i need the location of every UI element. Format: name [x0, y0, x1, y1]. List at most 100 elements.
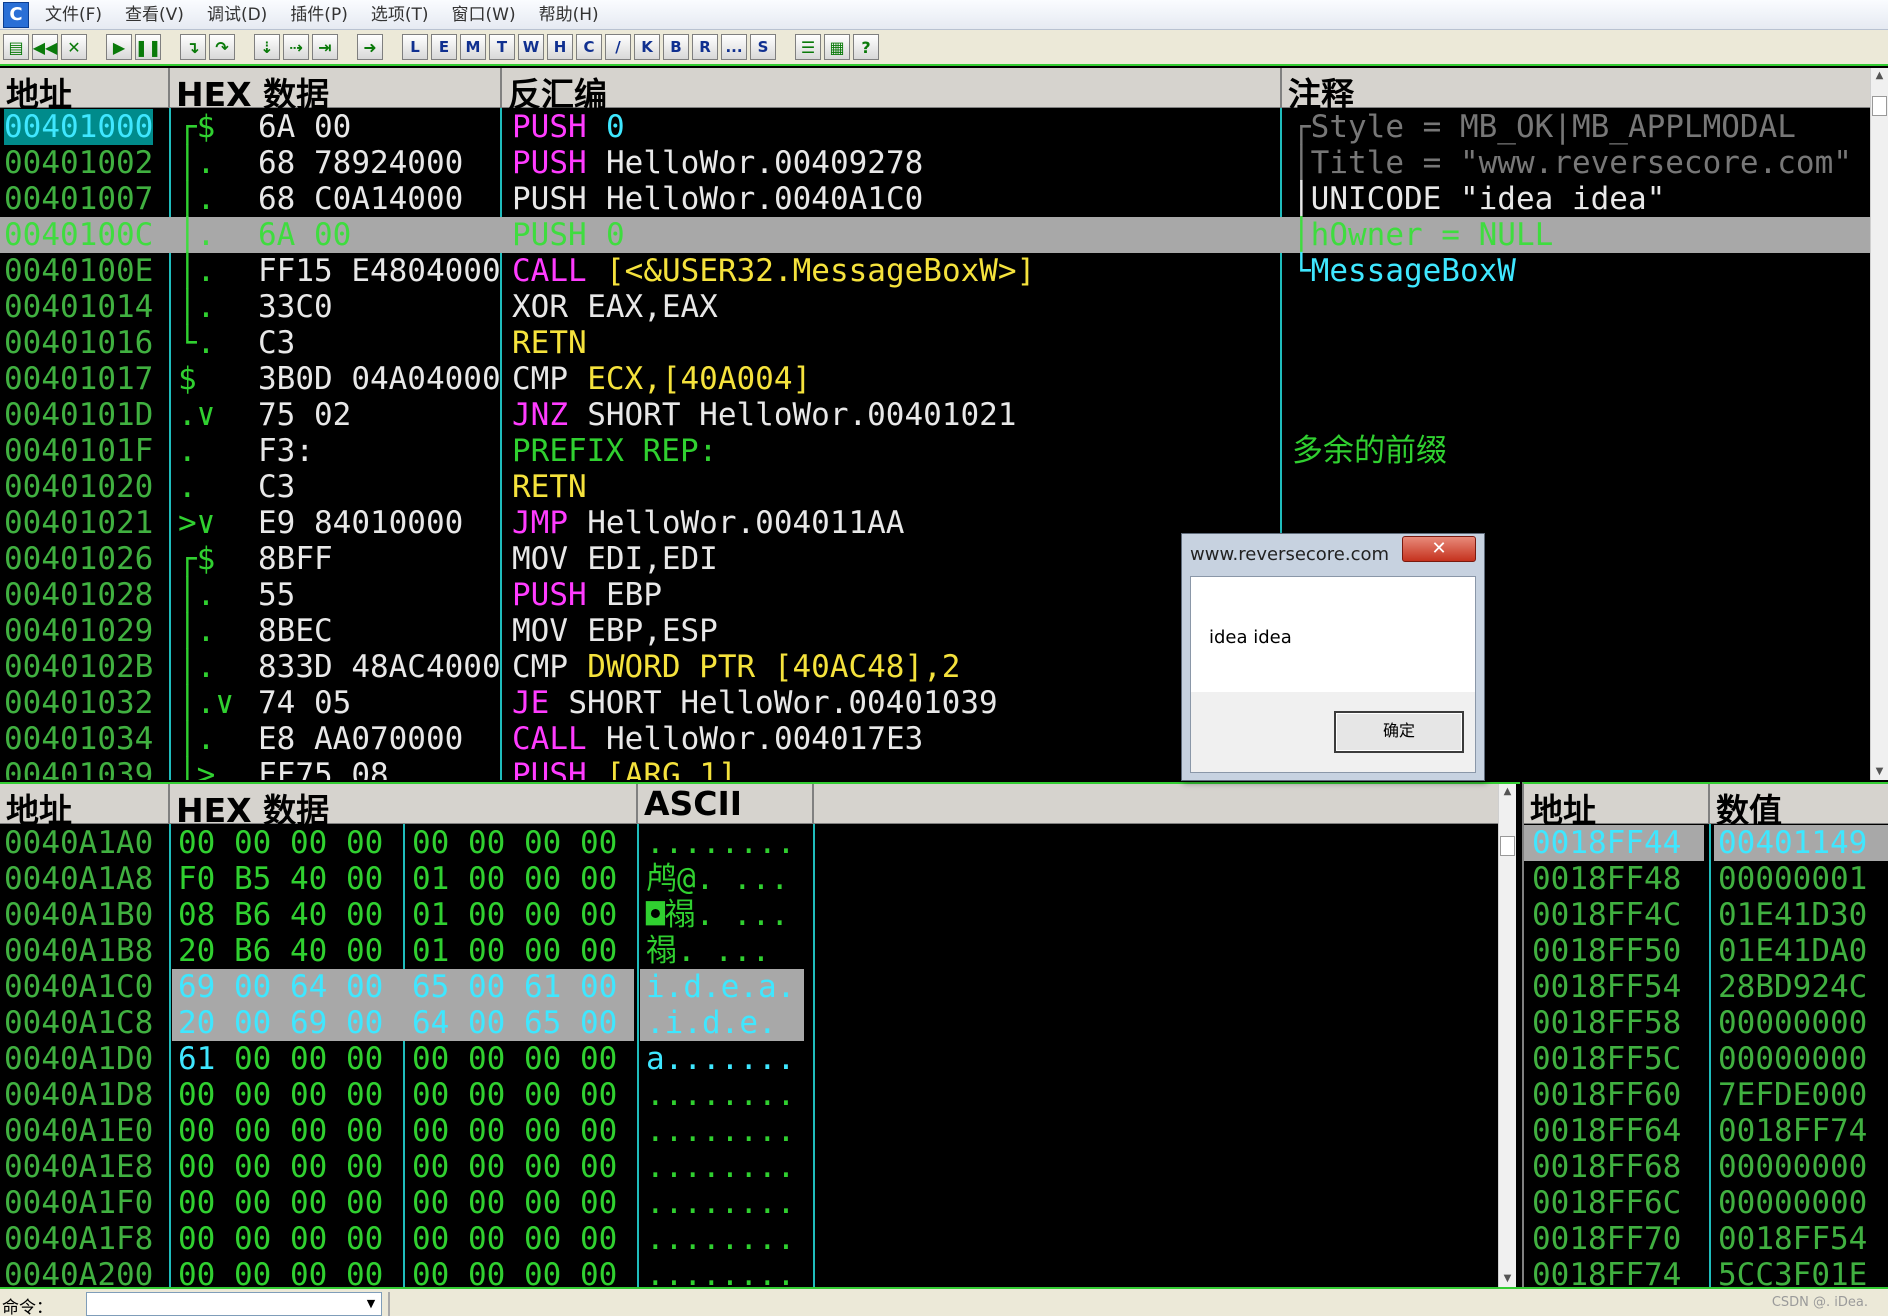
dump-row[interactable]: 0040A1F0 00 00 00 00 00 00 00 00........	[0, 1185, 1498, 1221]
command-input[interactable]: ▼	[86, 1292, 382, 1316]
close-button[interactable]: ✕	[1402, 536, 1476, 562]
menu-options[interactable]: 选项(T)	[361, 0, 442, 30]
open-icon[interactable]: ▤	[3, 34, 29, 60]
stack-row[interactable]: 0018FF68 00000000	[1524, 1149, 1888, 1185]
stack-row[interactable]: 0018FF58 00000000	[1524, 1005, 1888, 1041]
source-button[interactable]: S	[750, 34, 776, 60]
pause-icon[interactable]: ❚❚	[135, 34, 161, 60]
app-icon[interactable]: C	[3, 1, 29, 28]
stack-header-address[interactable]: 地址	[1524, 784, 1710, 824]
stack-row[interactable]: 0018FF60 7EFDE000	[1524, 1077, 1888, 1113]
list-icon[interactable]: ☰	[795, 34, 821, 60]
disasm-row[interactable]: 0040100C │. 6A 00 PUSH 0 │hOwner = NULL	[0, 217, 1870, 253]
execute-till-return-icon[interactable]: ⇥	[312, 34, 338, 60]
call-stack-button[interactable]: K	[634, 34, 660, 60]
disasm-row[interactable]: 00401007 │. 68 C0A14000 PUSH HelloWor.0040A1…	[0, 181, 1870, 217]
dump-row[interactable]: 0040A1A0 00 00 00 00 00 00 00 00........	[0, 825, 1498, 861]
cpu-disassembly-pane[interactable]: 地址 HEX 数据 反汇编 注释 00401000 ┌$ 6A 00 PUSH 0 ┌St…	[0, 68, 1888, 780]
disasm-row[interactable]: 00401028 │. 55 PUSH EBP	[0, 577, 1870, 613]
dump-row[interactable]: 0040A1C8 20 00 69 00 64 00 65 00 .i.d.e.	[0, 1005, 1498, 1041]
step-over-icon[interactable]: ↷	[209, 34, 235, 60]
stack-row[interactable]: 0018FF74 5CC3F01E	[1524, 1257, 1888, 1287]
disasm-row[interactable]: 0040101F . F3: PREFIX REP: 多余的前缀	[0, 433, 1870, 469]
disasm-row[interactable]: 00401034 │. E8 AA070000 CALL HelloWor.004017…	[0, 721, 1870, 757]
menu-plugins[interactable]: 插件(P)	[280, 0, 361, 30]
dump-row[interactable]: 0040A1B0 08 B6 40 00 01 00 00 00 ◘禢. ...	[0, 897, 1498, 933]
dump-row[interactable]: 0040A1A8 F0 B5 40 00 01 00 00 00 鸬@. ...	[0, 861, 1498, 897]
chevron-down-icon[interactable]: ▼	[361, 1293, 381, 1315]
disasm-row[interactable]: 00401029 │. 8BEC MOV EBP,ESP	[0, 613, 1870, 649]
disasm-row[interactable]: 00401020 . C3 RETN	[0, 469, 1870, 505]
disasm-row[interactable]: 00401000 ┌$ 6A 00 PUSH 0 ┌Style = MB_OK|MB_AP…	[0, 109, 1870, 145]
header-hex[interactable]: HEX 数据	[170, 68, 502, 108]
disasm-row[interactable]: 00401032 │.∨ 74 05 JE SHORT HelloWor.0040103…	[0, 685, 1870, 721]
patches-button[interactable]: /	[605, 34, 631, 60]
stack-row[interactable]: 0018FF54 28BD924C	[1524, 969, 1888, 1005]
disasm-row[interactable]: 00401017 $3B0D 04A04000 CMP ECX,[40A004]	[0, 361, 1870, 397]
stack-row[interactable]: 0018FF70 0018FF54	[1524, 1221, 1888, 1257]
header-comment[interactable]: 注释	[1282, 68, 1870, 108]
windows-button[interactable]: W	[518, 34, 544, 60]
stack-row[interactable]: 0018FF44 00401149	[1524, 825, 1888, 861]
menu-file[interactable]: 文件(F)	[35, 0, 115, 30]
disasm-row[interactable]: 00401039 │> FF75 08 PUSH [ARG.1]	[0, 757, 1870, 780]
goto-icon[interactable]: ➜	[357, 34, 383, 60]
restart-icon[interactable]: ◀◀	[32, 34, 58, 60]
trace-over-icon[interactable]: ⇢	[283, 34, 309, 60]
log-window-button[interactable]: L	[402, 34, 428, 60]
breakpoints-button[interactable]: B	[663, 34, 689, 60]
cpu-scroll-thumb[interactable]	[1872, 96, 1887, 116]
dump-scrollbar[interactable]: ▲ ▼	[1498, 784, 1516, 1287]
stack-pane[interactable]: 地址 数值 0018FF44 00401149 0018FF48 00000001 00…	[1522, 782, 1888, 1287]
dump-header-address[interactable]: 地址	[0, 784, 170, 824]
dump-row[interactable]: 0040A1C0 69 00 64 00 65 00 61 00 i.d.e.a.	[0, 969, 1498, 1005]
stack-row[interactable]: 0018FF48 00000001	[1524, 861, 1888, 897]
references-button[interactable]: R	[692, 34, 718, 60]
dump-row[interactable]: 0040A1E8 00 00 00 00 00 00 00 00........	[0, 1149, 1498, 1185]
dump-row[interactable]: 0040A200 00 00 00 00 00 00 00 00........	[0, 1257, 1498, 1287]
dump-row[interactable]: 0040A1E0 00 00 00 00 00 00 00 00........	[0, 1113, 1498, 1149]
cpu-scrollbar[interactable]: ▲ ▼	[1870, 68, 1888, 780]
dump-header-ascii[interactable]: ASCII	[638, 784, 814, 824]
menu-view[interactable]: 查看(V)	[115, 0, 197, 30]
stack-row[interactable]: 0018FF50 01E41DA0	[1524, 933, 1888, 969]
dump-scroll-thumb[interactable]	[1500, 836, 1515, 856]
dump-row[interactable]: 0040A1B8 20 B6 40 00 01 00 00 00 禢. ...	[0, 933, 1498, 969]
cpu-button[interactable]: C	[576, 34, 602, 60]
stack-row[interactable]: 0018FF5C 00000000	[1524, 1041, 1888, 1077]
stack-row[interactable]: 0018FF6C 00000000	[1524, 1185, 1888, 1221]
disasm-row[interactable]: 00401014 │. 33C0 XOR EAX,EAX	[0, 289, 1870, 325]
menu-help[interactable]: 帮助(H)	[529, 0, 612, 30]
disasm-row[interactable]: 00401002 │. 68 78924000 PUSH HelloWor.004092…	[0, 145, 1870, 181]
disasm-row[interactable]: 00401026 ┌$ 8BFF MOV EDI,EDI	[0, 541, 1870, 577]
run-icon[interactable]: ▶	[106, 34, 132, 60]
step-into-icon[interactable]: ↴	[180, 34, 206, 60]
stack-row[interactable]: 0018FF4C 01E41D30	[1524, 897, 1888, 933]
options-icon[interactable]: ▦	[824, 34, 850, 60]
run-trace-button[interactable]: ...	[721, 34, 747, 60]
memory-map-button[interactable]: M	[460, 34, 486, 60]
stack-header-value[interactable]: 数值	[1710, 784, 1888, 824]
disasm-row[interactable]: 0040102B │. 833D 48AC4000 CMP DWORD PTR [40A…	[0, 649, 1870, 685]
disasm-row[interactable]: 0040101D .∨ 75 02 JNZ SHORT HelloWor.004010…	[0, 397, 1870, 433]
header-address[interactable]: 地址	[0, 68, 170, 108]
menu-debug[interactable]: 调试(D)	[197, 0, 280, 30]
executable-modules-button[interactable]: E	[431, 34, 457, 60]
help-button[interactable]: ?	[853, 34, 879, 60]
ok-button[interactable]: 确定	[1334, 711, 1464, 753]
handles-button[interactable]: H	[547, 34, 573, 60]
dump-row[interactable]: 0040A1D0 61 00 00 00 00 00 00 00 a....... 61	[0, 1041, 1498, 1077]
header-disasm[interactable]: 反汇编	[502, 68, 1282, 108]
trace-into-icon[interactable]: ⇣	[254, 34, 280, 60]
dump-header-hex[interactable]: HEX 数据	[170, 784, 638, 824]
close-program-icon[interactable]: ✕	[61, 34, 87, 60]
dump-row[interactable]: 0040A1D8 00 00 00 00 00 00 00 00........	[0, 1077, 1498, 1113]
threads-button[interactable]: T	[489, 34, 515, 60]
disasm-row[interactable]: 00401021 >∨ E9 84010000 JMP HelloWor.004011…	[0, 505, 1870, 541]
disasm-row[interactable]: 00401016 └. C3 RETN	[0, 325, 1870, 361]
stack-row[interactable]: 0018FF64 0018FF74	[1524, 1113, 1888, 1149]
menu-window[interactable]: 窗口(W)	[442, 0, 529, 30]
disasm-row[interactable]: 0040100E │. FF15 E4804000 CALL [<&USER32.Mes…	[0, 253, 1870, 289]
hex-dump-pane[interactable]: 地址 HEX 数据 ASCII 0040A1A0 00 00 00 00 00 00…	[0, 782, 1520, 1287]
dump-row[interactable]: 0040A1F8 00 00 00 00 00 00 00 00........	[0, 1221, 1498, 1257]
